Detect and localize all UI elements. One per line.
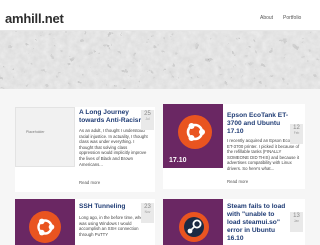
post-card: 17.10 Epson EcoTank ET-3700 and Ubuntu 1… bbox=[163, 104, 305, 189]
post-card: SSH Tunneling Long ago, in the before ti… bbox=[15, 199, 155, 245]
post-thumbnail-steam[interactable] bbox=[163, 199, 223, 245]
post-date-month: Feb bbox=[293, 131, 300, 135]
post-thumbnail-placeholder[interactable]: Placeholder bbox=[15, 107, 75, 167]
post-date-month: Jul bbox=[145, 117, 150, 121]
site-logo[interactable]: amhill.net bbox=[5, 11, 64, 26]
post-date-month: Nov bbox=[144, 210, 151, 214]
post-thumbnail-ubuntu[interactable] bbox=[15, 199, 75, 245]
post-title[interactable]: SSH Tunneling bbox=[79, 203, 141, 211]
post-title[interactable]: A Long Journey towards Anti-Racism bbox=[79, 109, 147, 125]
ubuntu-version-badge: 17.10 bbox=[169, 157, 187, 164]
nav-about[interactable]: About bbox=[260, 15, 273, 21]
site-header: amhill.net About Portfolio bbox=[0, 0, 320, 31]
nav-portfolio[interactable]: Portfolio bbox=[283, 15, 301, 21]
post-title[interactable]: Steam fails to load with "unable to load… bbox=[227, 203, 287, 243]
post-thumbnail-ubuntu[interactable]: 17.10 bbox=[163, 104, 223, 168]
post-date-month: Jan bbox=[293, 219, 300, 223]
post-card: Steam fails to load with "unable to load… bbox=[163, 199, 305, 245]
post-title[interactable]: Epson EcoTank ET-3700 and Ubuntu 17.10 bbox=[227, 112, 289, 136]
hero-image bbox=[0, 31, 320, 89]
read-more-link[interactable]: Read more bbox=[227, 179, 248, 184]
post-date: 23 Nov bbox=[141, 203, 154, 223]
post-date: 13 Jan bbox=[290, 212, 303, 232]
placeholder-text: Placeholder bbox=[26, 130, 45, 134]
post-card: Placeholder A Long Journey towards Anti-… bbox=[15, 107, 155, 192]
read-more-link[interactable]: Read more bbox=[79, 180, 100, 185]
post-date: 25 Jul bbox=[141, 110, 154, 130]
post-date: 12 Feb bbox=[290, 124, 303, 144]
post-grid: Placeholder A Long Journey towards Anti-… bbox=[0, 89, 320, 245]
post-excerpt: As an adult, I thought I understood raci… bbox=[79, 128, 148, 167]
